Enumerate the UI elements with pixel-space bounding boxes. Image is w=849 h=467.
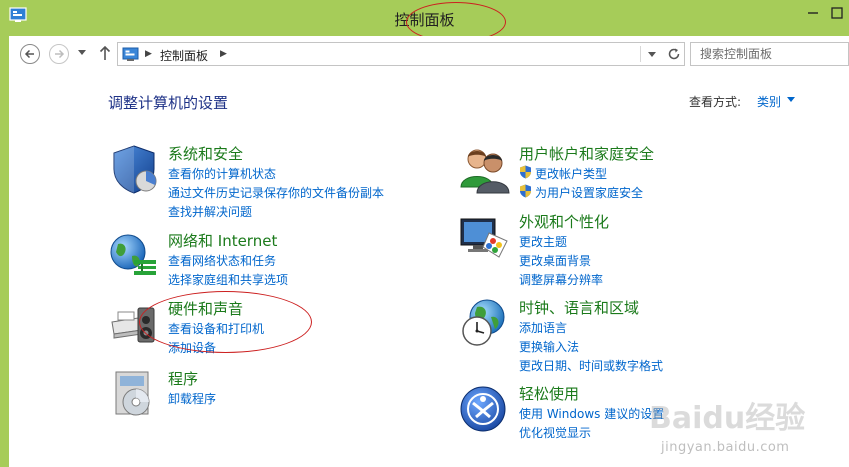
- category-title[interactable]: 网络和 Internet: [168, 230, 277, 251]
- network-globe-icon[interactable]: [108, 230, 160, 282]
- link-change-theme[interactable]: 更改主题: [519, 233, 567, 250]
- ease-of-access-icon[interactable]: [459, 383, 511, 435]
- breadcrumb-separator-icon[interactable]: ▶: [220, 49, 227, 59]
- address-dropdown-icon[interactable]: [648, 52, 656, 57]
- search-box[interactable]: [690, 42, 849, 66]
- hardware-annotation-circle: [139, 291, 312, 353]
- breadcrumb-control-panel[interactable]: 控制面板: [160, 47, 208, 64]
- up-level-icon[interactable]: [99, 45, 111, 61]
- search-input[interactable]: [700, 46, 840, 62]
- address-bar[interactable]: ▶ 控制面板 ▶: [117, 42, 685, 66]
- clock-globe-icon[interactable]: [459, 297, 511, 349]
- link-optimize-visual-display[interactable]: 优化视觉显示: [519, 424, 591, 441]
- uac-shield-icon: [520, 165, 531, 179]
- users-icon[interactable]: [459, 143, 511, 195]
- monitor-palette-icon[interactable]: [459, 211, 511, 263]
- refresh-icon[interactable]: [667, 47, 681, 61]
- link-windows-recommended-settings[interactable]: 使用 Windows 建议的设置: [519, 405, 664, 422]
- link-change-account-type[interactable]: 更改帐户类型: [535, 165, 607, 182]
- category-title[interactable]: 轻松使用: [519, 383, 579, 404]
- link-troubleshoot[interactable]: 查找并解决问题: [168, 203, 252, 220]
- breadcrumb-separator-icon[interactable]: ▶: [145, 49, 152, 59]
- link-family-safety[interactable]: 为用户设置家庭安全: [535, 184, 643, 201]
- recent-locations-dropdown-icon[interactable]: [78, 50, 86, 56]
- address-divider: [640, 46, 641, 62]
- link-change-date-time-format[interactable]: 更改日期、时间或数字格式: [519, 357, 663, 374]
- page-title: 调整计算机的设置: [108, 94, 229, 112]
- minimize-icon[interactable]: [806, 6, 820, 20]
- link-add-language[interactable]: 添加语言: [519, 319, 567, 336]
- svg-text:Baidu经验: Baidu经验: [649, 401, 805, 436]
- category-title[interactable]: 用户帐户和家庭安全: [519, 143, 654, 164]
- watermark-url: jingyan.baidu.com: [661, 440, 790, 455]
- shield-icon[interactable]: [108, 143, 160, 195]
- view-by-dropdown[interactable]: 类别: [757, 93, 781, 110]
- view-by-label: 查看方式:: [689, 95, 742, 109]
- baidu-watermark-logo: Baidu经验: [649, 401, 805, 436]
- link-change-input-method[interactable]: 更换输入法: [519, 338, 579, 355]
- view-by-dropdown-icon[interactable]: [787, 97, 795, 102]
- control-panel-window: ▶ 控制面板 ▶ 调整计算机的设置 查看方式: 类别 系统和安全: [9, 36, 849, 467]
- control-panel-small-icon: [122, 47, 139, 61]
- link-file-history-backup[interactable]: 通过文件历史记录保存你的文件备份副本: [168, 184, 384, 201]
- uac-shield-icon: [520, 184, 531, 198]
- link-change-desktop-background[interactable]: 更改桌面背景: [519, 252, 591, 269]
- forward-arrow-icon: [55, 49, 65, 59]
- category-title[interactable]: 时钟、语言和区域: [519, 297, 639, 318]
- category-title[interactable]: 外观和个性化: [519, 211, 609, 232]
- link-network-status[interactable]: 查看网络状态和任务: [168, 252, 276, 269]
- title-bar: 控制面板: [0, 0, 849, 42]
- link-adjust-resolution[interactable]: 调整屏幕分辨率: [519, 271, 603, 288]
- forward-button[interactable]: [49, 44, 69, 64]
- maximize-icon[interactable]: [830, 6, 844, 20]
- programs-disc-icon[interactable]: [108, 368, 160, 420]
- link-homegroup-sharing[interactable]: 选择家庭组和共享选项: [168, 271, 288, 288]
- category-title[interactable]: 程序: [168, 368, 198, 389]
- link-uninstall-program[interactable]: 卸载程序: [168, 390, 216, 407]
- back-arrow-icon: [24, 49, 34, 59]
- back-button[interactable]: [20, 44, 40, 64]
- category-title[interactable]: 系统和安全: [168, 143, 243, 164]
- link-check-computer-status[interactable]: 查看你的计算机状态: [168, 165, 276, 182]
